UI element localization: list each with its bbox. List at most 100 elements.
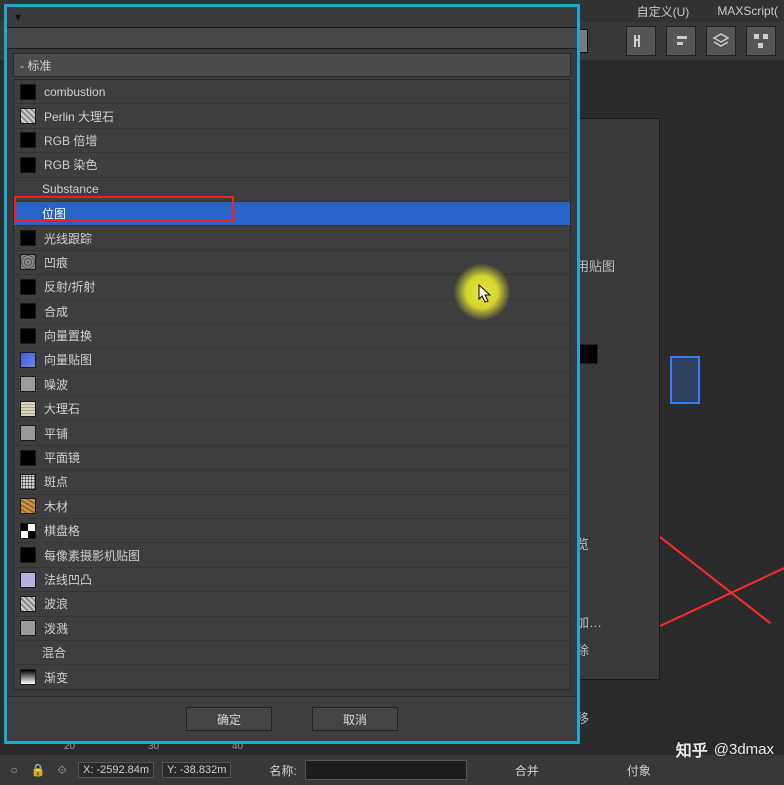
map-swatch-icon <box>20 425 36 441</box>
side-panel <box>570 118 660 680</box>
map-item-label: 混合 <box>42 644 66 661</box>
menu-maxscript[interactable]: MAXScript( <box>717 4 778 18</box>
status-coord-x: X: -2592.84m <box>78 762 154 778</box>
map-list-item[interactable]: Substance <box>14 178 570 202</box>
name-field[interactable] <box>305 760 467 780</box>
map-item-label: 波浪 <box>44 595 68 612</box>
snap-icon[interactable]: ⟐ <box>54 762 70 778</box>
map-list-item[interactable]: 混合 <box>14 641 570 665</box>
map-swatch-icon <box>20 620 36 636</box>
map-list-item[interactable]: 反射/折射 <box>14 275 570 299</box>
map-list-item[interactable]: RGB 倍增 <box>14 129 570 153</box>
map-item-label: Perlin 大理石 <box>44 108 114 125</box>
name-field-label: 名称: <box>269 762 296 779</box>
watermark-handle: @3dmax <box>714 741 774 758</box>
map-list-item[interactable]: 合成 <box>14 300 570 324</box>
map-swatch-icon <box>20 132 36 148</box>
search-by-name-input[interactable] <box>7 31 577 45</box>
map-list-item[interactable]: 噪波 <box>14 373 570 397</box>
search-bar <box>7 27 577 49</box>
map-list-item[interactable]: 光线跟踪 <box>14 226 570 250</box>
map-item-label: 位图 <box>42 205 66 222</box>
map-item-label: 平铺 <box>44 425 68 442</box>
dialog-header: ▾ <box>7 7 577 27</box>
map-item-label: 凹痕 <box>44 254 68 271</box>
map-item-label: 平面镜 <box>44 449 80 466</box>
merge-label: 合并 <box>515 762 539 779</box>
viewport-gizmo <box>670 356 700 404</box>
map-swatch-icon <box>20 182 34 196</box>
cancel-button[interactable]: 取消 <box>312 707 398 731</box>
map-item-label: 木材 <box>44 498 68 515</box>
map-item-label: 法线凹凸 <box>44 571 92 588</box>
map-swatch-icon <box>20 328 36 344</box>
map-list-item[interactable]: 渐变 <box>14 665 570 689</box>
panel-map-label: 用贴图 <box>576 256 615 275</box>
map-swatch-icon <box>20 596 36 612</box>
map-item-label: 向量置换 <box>44 327 92 344</box>
map-item-label: RGB 染色 <box>44 156 97 173</box>
map-swatch-icon <box>20 523 36 539</box>
map-swatch-icon <box>20 303 36 319</box>
map-swatch-icon <box>20 254 36 270</box>
map-list-item[interactable]: 泼溅 <box>14 617 570 641</box>
map-list-item[interactable]: RGB 染色 <box>14 153 570 177</box>
map-swatch-icon <box>20 376 36 392</box>
map-swatch-icon <box>20 401 36 417</box>
map-item-label: 每像素摄影机贴图 <box>44 547 140 564</box>
menu-customize[interactable]: 自定义(U) <box>637 3 690 20</box>
map-item-label: 棋盘格 <box>44 522 80 539</box>
map-swatch-icon <box>20 572 36 588</box>
map-list-item[interactable]: 位图 <box>14 202 570 226</box>
map-list-item[interactable]: 斑点 <box>14 470 570 494</box>
map-swatch-icon <box>20 108 36 124</box>
map-item-label: 泼溅 <box>44 620 68 637</box>
map-swatch-icon <box>20 498 36 514</box>
map-item-label: Substance <box>42 182 99 196</box>
dialog-menu-icon[interactable]: ▾ <box>11 10 25 24</box>
map-list-item[interactable]: 波浪 <box>14 592 570 616</box>
map-list-item[interactable]: 向量贴图 <box>14 348 570 372</box>
map-list-item[interactable]: 平面镜 <box>14 446 570 470</box>
map-item-label: 合成 <box>44 303 68 320</box>
map-list-item[interactable]: 木材 <box>14 495 570 519</box>
map-list-item[interactable]: 每像素摄影机贴图 <box>14 543 570 567</box>
lock-icon[interactable]: 🔒 <box>30 762 46 778</box>
material-browser-dialog: ▾ - 标准 combustion Perlin 大理石 RGB 倍增 RGB 染色 S… <box>4 4 580 744</box>
watermark: 知乎 @3dmax <box>676 737 774 761</box>
map-swatch-icon <box>20 646 34 660</box>
map-list-item[interactable]: 平铺 <box>14 421 570 445</box>
map-item-label: 渐变 <box>44 669 68 686</box>
map-item-label: RGB 倍增 <box>44 132 97 149</box>
toolbar-align-left-icon[interactable] <box>666 26 696 56</box>
toolbar-align-icon[interactable] <box>626 26 656 56</box>
map-list-item[interactable]: 凹痕 <box>14 251 570 275</box>
map-swatch-icon <box>20 547 36 563</box>
map-list-item[interactable]: 棋盘格 <box>14 519 570 543</box>
zhihu-logo: 知乎 <box>676 737 708 761</box>
map-item-label: 反射/折射 <box>44 278 95 295</box>
map-swatch-icon <box>20 230 36 246</box>
map-item-label: 噪波 <box>44 376 68 393</box>
map-swatch-icon <box>20 279 36 295</box>
map-item-label: 光线跟踪 <box>44 230 92 247</box>
map-swatch-icon <box>20 474 36 490</box>
map-list-item[interactable]: 法线凹凸 <box>14 568 570 592</box>
dialog-footer: 确定 取消 <box>7 696 577 741</box>
map-list-item[interactable]: 大理石 <box>14 397 570 421</box>
map-item-label: 向量贴图 <box>44 351 92 368</box>
ok-button[interactable]: 确定 <box>186 707 272 731</box>
status-bar: ○ 🔒 ⟐ X: -2592.84m Y: -38.832m 名称: 合并 付象 <box>0 755 784 785</box>
object-label: 付象 <box>627 762 651 779</box>
map-swatch-icon <box>20 157 36 173</box>
selection-lock-icon[interactable]: ○ <box>6 762 22 778</box>
map-list-item[interactable]: 向量置换 <box>14 324 570 348</box>
map-list-item[interactable]: Perlin 大理石 <box>14 104 570 128</box>
toolbar-schematic-icon[interactable] <box>746 26 776 56</box>
map-list: combustion Perlin 大理石 RGB 倍增 RGB 染色 Substanc… <box>13 79 571 690</box>
category-header-standard[interactable]: - 标准 <box>13 53 571 77</box>
toolbar-layers-icon[interactable] <box>706 26 736 56</box>
map-list-item[interactable]: combustion <box>14 80 570 104</box>
map-swatch-icon <box>20 669 36 685</box>
status-coord-y: Y: -38.832m <box>162 762 231 778</box>
